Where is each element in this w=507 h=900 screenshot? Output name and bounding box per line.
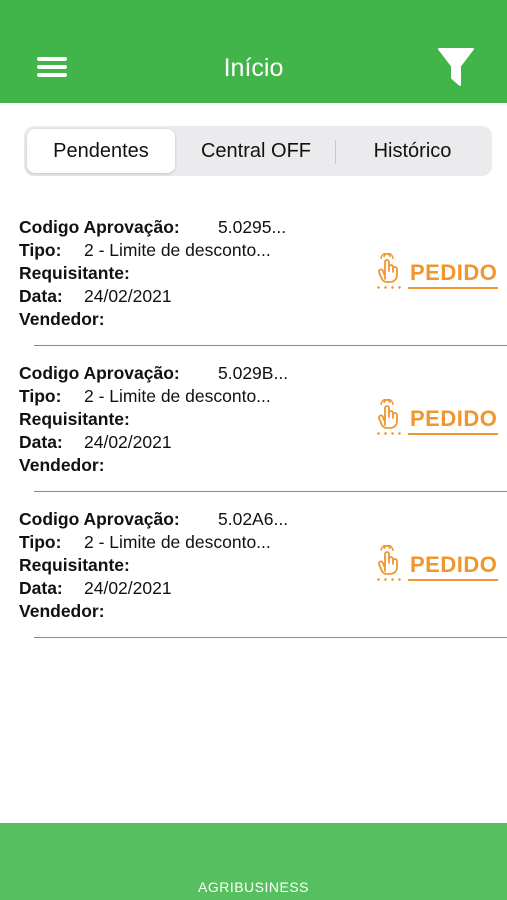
vendedor-label: Vendedor: [19, 455, 105, 475]
requisitante-label: Requisitante: [19, 555, 130, 575]
pedido-label: PEDIDO [410, 260, 498, 285]
data-row: Data: 24/02/2021 [19, 577, 172, 600]
data-row: Data: 24/02/2021 [19, 285, 172, 308]
vendedor-label: Vendedor: [19, 601, 105, 621]
filter-funnel-icon [438, 48, 474, 86]
list-item[interactable]: Codigo Aprovação: 5.029B... Tipo: 2 - Li… [0, 346, 507, 492]
data-label: Data: [19, 286, 63, 306]
pedido-label: PEDIDO [410, 552, 498, 577]
filter-button[interactable] [432, 44, 480, 90]
tipo-row: Tipo: 2 - Limite de desconto... [19, 385, 271, 408]
pedido-underline [408, 579, 498, 581]
vendedor-label: Vendedor: [19, 309, 105, 329]
tipo-row: Tipo: 2 - Limite de desconto... [19, 531, 271, 554]
tap-hand-icon [378, 399, 398, 429]
data-value: 24/02/2021 [84, 432, 172, 452]
data-value: 24/02/2021 [84, 286, 172, 306]
codigo-value: 5.029B... [218, 363, 289, 383]
data-label: Data: [19, 432, 63, 452]
data-label: Data: [19, 578, 63, 598]
codigo-label: Codigo Aprovação: [19, 509, 180, 529]
vendedor-row: Vendedor: [19, 308, 105, 331]
requisitante-label: Requisitante: [19, 409, 130, 429]
codigo-row: Codigo Aprovação: 5.029B... [19, 362, 288, 385]
divider [34, 637, 507, 638]
dotted-line [375, 286, 405, 289]
codigo-label: Codigo Aprovação: [19, 217, 180, 237]
tap-hand-icon [378, 545, 398, 575]
tab-central-off[interactable]: Central OFF [179, 129, 333, 173]
data-value: 24/02/2021 [84, 578, 172, 598]
pedido-label: PEDIDO [410, 406, 498, 431]
tipo-row: Tipo: 2 - Limite de desconto... [19, 239, 271, 262]
requisitante-label: Requisitante: [19, 263, 130, 283]
pedido-underline [408, 287, 498, 289]
pedido-button[interactable]: PEDIDO [372, 253, 500, 299]
tab-historico[interactable]: Histórico [336, 129, 489, 173]
app-header: Início [0, 0, 507, 103]
pedido-button[interactable]: PEDIDO [372, 545, 500, 591]
codigo-value: 5.02A6... [218, 509, 289, 529]
dotted-line [375, 578, 405, 581]
codigo-label: Codigo Aprovação: [19, 363, 180, 383]
tipo-label: Tipo: [19, 532, 62, 552]
tipo-label: Tipo: [19, 386, 62, 406]
requisitante-row: Requisitante: [19, 408, 130, 431]
vendedor-row: Vendedor: [19, 600, 105, 623]
tipo-value: 2 - Limite de desconto... [84, 240, 271, 260]
vendedor-row: Vendedor: [19, 454, 105, 477]
page-title: Início [223, 54, 284, 82]
tab-switcher: Pendentes Central OFF Histórico [24, 126, 492, 176]
requisitante-row: Requisitante: [19, 554, 130, 577]
tipo-value: 2 - Limite de desconto... [84, 532, 271, 552]
pedido-underline [408, 433, 498, 435]
tap-hand-icon [378, 253, 398, 283]
list-item[interactable]: Codigo Aprovação: 5.02A6... Tipo: 2 - Li… [0, 492, 507, 638]
footer-label: AGRIBUSINESS [197, 879, 310, 895]
requisitante-row: Requisitante: [19, 262, 130, 285]
codigo-row: Codigo Aprovação: 5.02A6... [19, 508, 288, 531]
tab-pendentes[interactable]: Pendentes [27, 129, 175, 173]
codigo-row: Codigo Aprovação: 5.0295... [19, 216, 286, 239]
tipo-value: 2 - Limite de desconto... [84, 386, 271, 406]
data-row: Data: 24/02/2021 [19, 431, 172, 454]
list-item[interactable]: Codigo Aprovação: 5.0295... Tipo: 2 - Li… [0, 200, 507, 346]
tab-divider [335, 140, 336, 164]
pedido-button[interactable]: PEDIDO [372, 399, 500, 445]
codigo-value: 5.0295... [218, 217, 287, 237]
tipo-label: Tipo: [19, 240, 62, 260]
dotted-line [375, 432, 405, 435]
